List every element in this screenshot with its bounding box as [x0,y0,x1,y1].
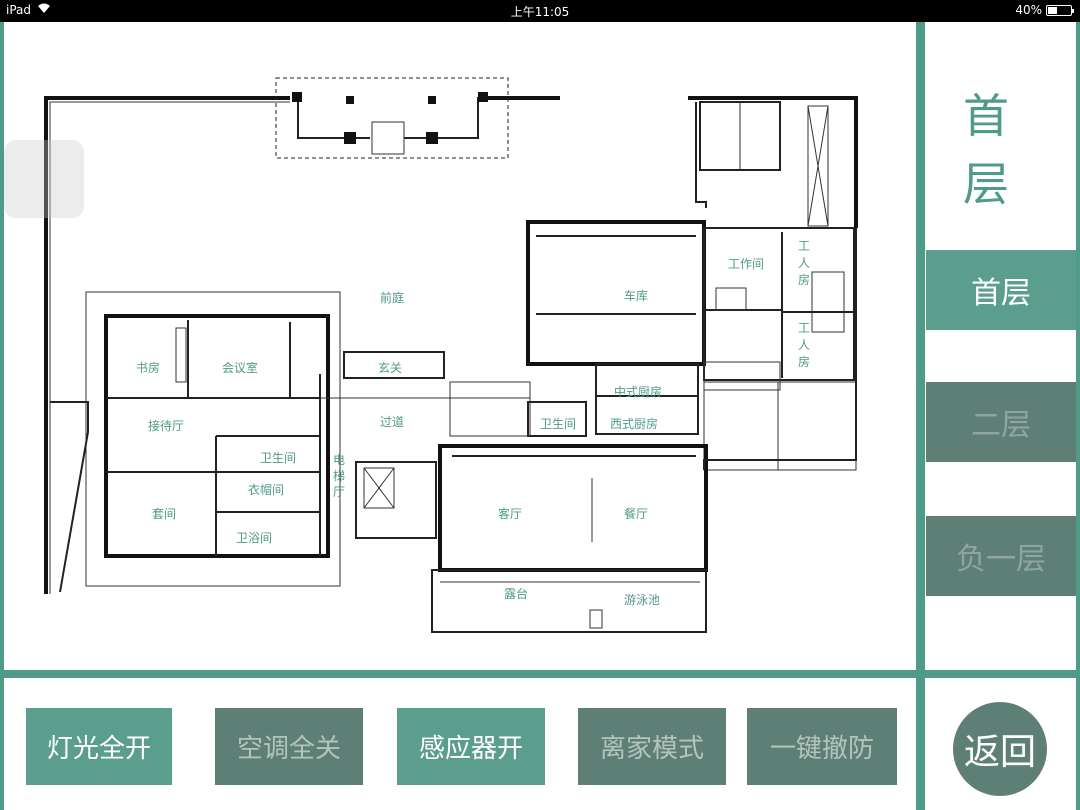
top-right-border [1076,22,1080,810]
floor-button-basement[interactable]: 负一层 [926,516,1076,596]
room-toilet-2[interactable]: 卫生间 [260,451,296,465]
room-meeting[interactable]: 会议室 [222,360,258,375]
room-elevator-line1[interactable]: 电 [333,453,345,467]
clock: 上午11:05 [510,5,570,19]
ghost-overlay [4,140,84,218]
room-worker-1-line3[interactable]: 房 [798,272,810,287]
room-worker-2-line3[interactable]: 房 [798,354,810,369]
ac-all-off-button[interactable]: 空调全关 [215,708,363,785]
room-toilet-1[interactable]: 卫生间 [540,417,576,431]
floor-button-ground[interactable]: 首层 [926,250,1076,330]
room-front-court[interactable]: 前庭 [380,290,404,305]
room-worker-1-line2[interactable]: 人 [798,256,810,270]
room-chinese-kitchen[interactable]: 中式厨房 [614,384,662,399]
sensors-on-button[interactable]: 感应器开 [397,708,545,785]
room-worker-1-line1[interactable]: 工 [798,239,810,253]
floor-title-line2: 层 [963,157,1009,211]
room-corridor[interactable]: 过道 [380,415,404,429]
floor-title: 首 层 [936,82,1036,218]
room-study[interactable]: 书房 [136,360,160,375]
one-key-disarm-button[interactable]: 一键撤防 [747,708,897,785]
room-foyer[interactable]: 玄关 [378,360,402,375]
room-reception[interactable]: 接待厅 [148,418,184,433]
room-worker-2-line1[interactable]: 工 [798,321,810,335]
floor-plan[interactable]: 前庭 车库 工作间 工 人 房 工 人 房 书房 会议室 玄关 过道 中式厨房 … [0,22,916,670]
room-elevator-line3[interactable]: 厅 [333,485,345,499]
away-mode-button[interactable]: 离家模式 [578,708,726,785]
lights-all-on-button[interactable]: 灯光全开 [26,708,172,785]
room-elevator-line2[interactable]: 梯 [333,469,345,483]
room-western-kitchen[interactable]: 西式厨房 [610,416,658,431]
status-bar: iPad 上午11:05 40% [0,0,1080,22]
room-pool[interactable]: 游泳池 [624,593,660,607]
room-workroom[interactable]: 工作间 [728,257,764,271]
room-wardrobe[interactable]: 衣帽间 [248,482,284,497]
room-garage[interactable]: 车库 [624,288,648,303]
room-dining[interactable]: 餐厅 [624,506,648,521]
room-terrace[interactable]: 露台 [504,586,528,601]
battery-icon [1046,4,1074,16]
horizontal-divider [4,670,1080,678]
vertical-divider [916,22,925,810]
room-living[interactable]: 客厅 [498,506,522,521]
floor-title-line1: 首 [963,89,1009,143]
room-suite[interactable]: 套间 [152,507,176,521]
battery-percent: 40% [1015,3,1042,17]
floor-button-second[interactable]: 二层 [926,382,1076,462]
room-worker-2-line2[interactable]: 人 [798,338,810,352]
back-button[interactable]: 返回 [953,702,1047,796]
room-bath[interactable]: 卫浴间 [236,531,272,545]
